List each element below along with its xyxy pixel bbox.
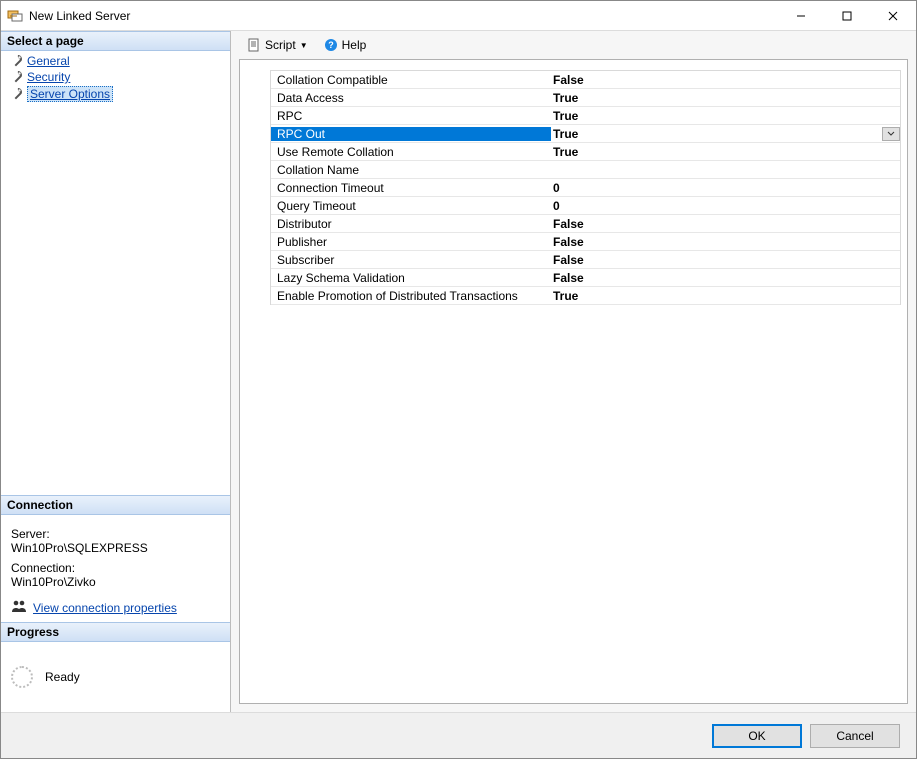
left-spacer	[1, 107, 230, 495]
property-value[interactable]: True	[551, 289, 900, 303]
property-name: RPC Out	[271, 127, 551, 141]
property-row[interactable]: Connection Timeout0	[271, 179, 900, 197]
property-value[interactable]: 0	[551, 199, 900, 213]
property-value[interactable]: True	[551, 91, 900, 105]
wrench-icon	[9, 87, 23, 101]
property-value[interactable]: False	[551, 235, 900, 249]
script-icon	[247, 38, 261, 52]
app-icon	[7, 8, 23, 24]
connection-header: Connection	[1, 495, 230, 515]
property-name: Collation Compatible	[271, 73, 551, 87]
content-area: Select a page General Security Server Opti…	[1, 31, 916, 712]
property-name: Lazy Schema Validation	[271, 271, 551, 285]
server-value: Win10Pro\SQLEXPRESS	[11, 541, 220, 555]
page-item-general[interactable]: General	[1, 53, 230, 69]
property-value[interactable]: True	[551, 127, 900, 141]
connection-value: Win10Pro\Zivko	[11, 575, 220, 589]
connection-label: Connection:	[11, 561, 220, 575]
property-name: Query Timeout	[271, 199, 551, 213]
dialog-footer: OK Cancel	[1, 712, 916, 758]
property-value-text: True	[553, 109, 578, 123]
page-item-label: Security	[27, 70, 70, 84]
property-row[interactable]: Lazy Schema ValidationFalse	[271, 269, 900, 287]
property-value-text: False	[553, 217, 584, 231]
property-value-text: 0	[553, 199, 560, 213]
script-button[interactable]: Script ▼	[243, 36, 312, 54]
minimize-button[interactable]	[778, 1, 824, 31]
page-item-server-options[interactable]: Server Options	[1, 85, 230, 103]
property-row[interactable]: RPC OutTrue	[271, 125, 900, 143]
property-value[interactable]: 0	[551, 181, 900, 195]
help-button[interactable]: ? Help	[320, 36, 371, 54]
property-row[interactable]: Collation Name	[271, 161, 900, 179]
help-label: Help	[342, 38, 367, 52]
property-name: Publisher	[271, 235, 551, 249]
property-row[interactable]: Collation CompatibleFalse	[271, 71, 900, 89]
server-label: Server:	[11, 527, 220, 541]
view-connection-properties-link[interactable]: View connection properties	[33, 601, 177, 615]
view-connection-properties-row: View connection properties	[11, 599, 220, 616]
page-item-label: General	[27, 54, 70, 68]
property-value[interactable]: False	[551, 253, 900, 267]
chevron-down-icon: ▼	[300, 41, 308, 50]
maximize-button[interactable]	[824, 1, 870, 31]
people-icon	[11, 599, 27, 616]
property-row[interactable]: SubscriberFalse	[271, 251, 900, 269]
property-value-text: True	[553, 289, 578, 303]
property-value-text: False	[553, 235, 584, 249]
property-name: Enable Promotion of Distributed Transact…	[271, 289, 551, 303]
property-row[interactable]: Enable Promotion of Distributed Transact…	[271, 287, 900, 305]
property-name: Subscriber	[271, 253, 551, 267]
property-value-text: True	[553, 91, 578, 105]
property-value-text: True	[553, 145, 578, 159]
property-row[interactable]: Use Remote CollationTrue	[271, 143, 900, 161]
progress-header: Progress	[1, 622, 230, 642]
toolbar: Script ▼ ? Help	[239, 31, 908, 59]
select-page-header: Select a page	[1, 31, 230, 51]
property-name: Collation Name	[271, 163, 551, 177]
wrench-icon	[9, 70, 23, 84]
progress-body: Ready	[1, 642, 230, 712]
property-value-text: False	[553, 253, 584, 267]
wrench-icon	[9, 54, 23, 68]
cancel-button[interactable]: Cancel	[810, 724, 900, 748]
title-bar: New Linked Server	[1, 1, 916, 31]
property-row[interactable]: Query Timeout0	[271, 197, 900, 215]
left-panel: Select a page General Security Server Opti…	[1, 31, 231, 712]
page-item-security[interactable]: Security	[1, 69, 230, 85]
property-value[interactable]: True	[551, 109, 900, 123]
connection-body: Server: Win10Pro\SQLEXPRESS Connection: …	[1, 515, 230, 622]
close-button[interactable]	[870, 1, 916, 31]
property-value-text: False	[553, 271, 584, 285]
property-row[interactable]: PublisherFalse	[271, 233, 900, 251]
property-row[interactable]: DistributorFalse	[271, 215, 900, 233]
page-item-label: Server Options	[27, 86, 113, 102]
help-icon: ?	[324, 38, 338, 52]
property-name: Data Access	[271, 91, 551, 105]
property-value[interactable]: False	[551, 217, 900, 231]
property-value[interactable]: True	[551, 145, 900, 159]
script-label: Script	[265, 38, 296, 52]
property-value-text: False	[553, 73, 584, 87]
property-name: Use Remote Collation	[271, 145, 551, 159]
property-value-text: 0	[553, 181, 560, 195]
property-row[interactable]: RPCTrue	[271, 107, 900, 125]
property-name: RPC	[271, 109, 551, 123]
progress-spinner-icon	[11, 666, 33, 688]
property-grid-container: Collation CompatibleFalseData AccessTrue…	[239, 59, 908, 704]
property-row[interactable]: Data AccessTrue	[271, 89, 900, 107]
page-list: General Security Server Options	[1, 51, 230, 107]
right-panel: Script ▼ ? Help Collation CompatibleFals…	[231, 31, 916, 712]
property-value-text: True	[553, 127, 578, 141]
property-grid: Collation CompatibleFalseData AccessTrue…	[270, 70, 901, 305]
property-name: Connection Timeout	[271, 181, 551, 195]
property-value[interactable]: False	[551, 73, 900, 87]
window-title: New Linked Server	[29, 9, 778, 23]
dropdown-arrow-icon[interactable]	[882, 127, 900, 141]
property-name: Distributor	[271, 217, 551, 231]
svg-text:?: ?	[328, 40, 334, 50]
progress-status: Ready	[45, 670, 80, 684]
property-value[interactable]: False	[551, 271, 900, 285]
ok-button[interactable]: OK	[712, 724, 802, 748]
